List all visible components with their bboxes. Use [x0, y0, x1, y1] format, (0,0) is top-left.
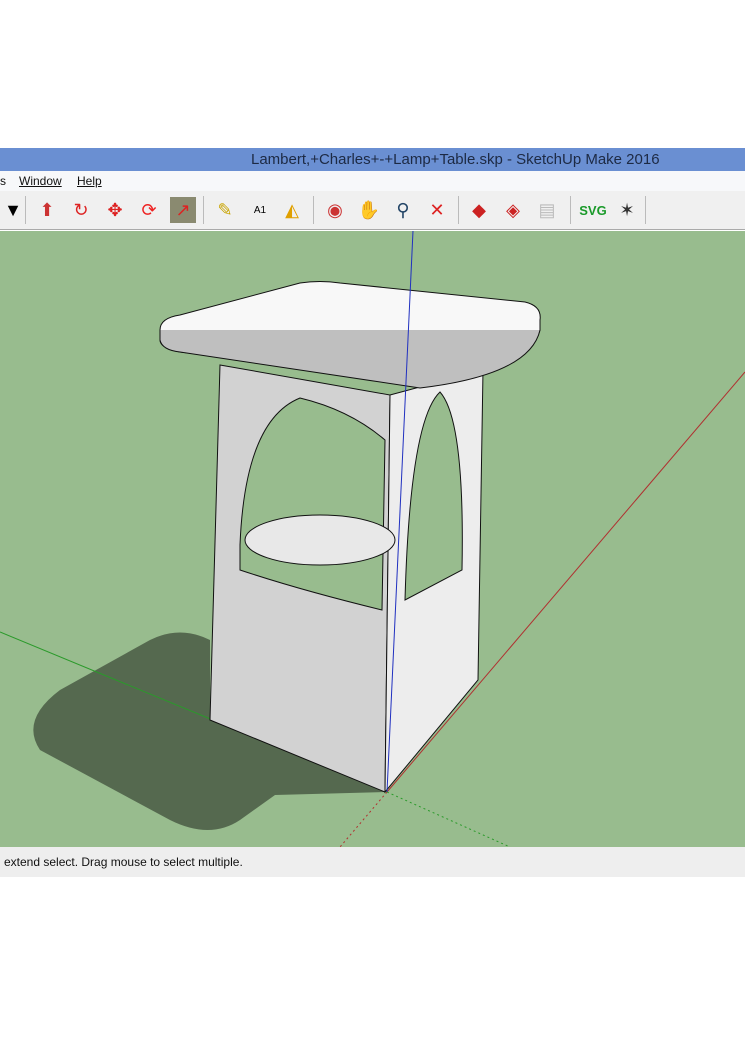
separator: [203, 196, 204, 224]
status-bar: extend select. Drag mouse to select mult…: [0, 847, 745, 877]
orbit-icon[interactable]: ◉: [322, 197, 348, 223]
pan-icon[interactable]: ✋: [356, 197, 382, 223]
warehouse-icon[interactable]: ◆: [466, 197, 492, 223]
svg-export-button[interactable]: SVG: [578, 197, 608, 223]
zoom-extents-icon[interactable]: ✕: [424, 197, 450, 223]
menu-bar: s Window Help: [0, 171, 745, 191]
status-text: extend select. Drag mouse to select mult…: [4, 855, 243, 869]
menu-window[interactable]: Window: [19, 171, 62, 191]
menu-help[interactable]: Help: [77, 171, 102, 191]
paint-bucket-icon[interactable]: ◭: [279, 197, 305, 223]
follow-me-icon[interactable]: ↻: [68, 197, 94, 223]
separator: [458, 196, 459, 224]
separator: [570, 196, 571, 224]
separator: [313, 196, 314, 224]
shelf: [244, 514, 396, 566]
red-axis-dotted: [339, 791, 388, 847]
toolbar: ▼ ⬆ ↻ ✥ ⟳ ↗ ✎ A1 ◭ ◉ ✋ ⚲ ✕ ◆ ◈ ▤ SVG ✶: [0, 191, 745, 230]
extension-warehouse-icon[interactable]: ◈: [500, 197, 526, 223]
green-axis-dotted: [386, 791, 511, 847]
dropdown-icon[interactable]: ▼: [0, 197, 26, 223]
tape-measure-icon[interactable]: ✎: [212, 197, 238, 223]
push-pull-icon[interactable]: ⬆: [34, 197, 60, 223]
model-viewport[interactable]: [0, 231, 745, 847]
menu-tools[interactable]: s: [0, 171, 6, 191]
zoom-icon[interactable]: ⚲: [390, 197, 416, 223]
share-model-icon[interactable]: ▤: [534, 197, 560, 223]
model-canvas: [0, 231, 745, 847]
scale-icon[interactable]: ↗: [170, 197, 196, 223]
title-bar: Lambert,+Charles+-+Lamp+Table.skp - Sket…: [0, 148, 745, 171]
text-icon[interactable]: A1: [247, 197, 273, 223]
window-title: Lambert,+Charles+-+Lamp+Table.skp - Sket…: [251, 151, 660, 168]
separator: [25, 196, 26, 224]
separator: [645, 196, 646, 224]
move-icon[interactable]: ✥: [102, 197, 128, 223]
rotate-icon[interactable]: ⟳: [136, 197, 162, 223]
mosquito-icon[interactable]: ✶: [614, 197, 640, 223]
